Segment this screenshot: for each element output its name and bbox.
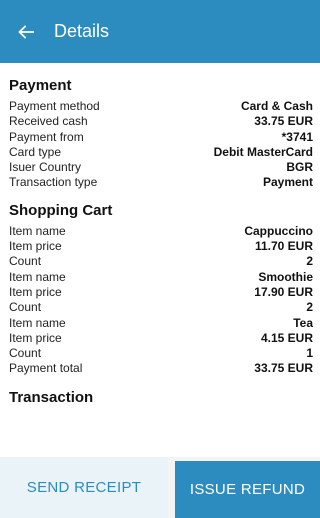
received-cash-row: Received cash 33.75 EUR bbox=[9, 114, 313, 129]
item-price-row: Item price 17.90 EUR bbox=[9, 285, 313, 300]
row-value: Payment bbox=[262, 175, 313, 190]
row-value: 2 bbox=[306, 254, 313, 269]
page-title: Details bbox=[54, 21, 110, 41]
payment-section-title: Payment bbox=[9, 77, 72, 94]
row-label: Count bbox=[9, 300, 42, 315]
row-value: 11.70 EUR bbox=[254, 239, 313, 254]
payment-total-row: Payment total 33.75 EUR bbox=[9, 361, 313, 376]
row-label: Item price bbox=[9, 239, 62, 254]
item-name-row: Item name Cappuccino bbox=[9, 224, 313, 239]
row-label: Count bbox=[9, 346, 42, 361]
action-bar: SEND RECEIPT ISSUE REFUND bbox=[0, 457, 320, 518]
row-label: Count bbox=[9, 254, 42, 269]
arrow-left-icon bbox=[18, 24, 34, 39]
item-price-row: Item price 4.15 EUR bbox=[9, 331, 313, 346]
details-content[interactable]: Payment Payment method Card & Cash Receiv… bbox=[0, 63, 320, 457]
row-value: 2 bbox=[306, 300, 313, 315]
row-value: Smoothie bbox=[258, 269, 313, 284]
row-label: Item name bbox=[9, 269, 66, 284]
row-label: Item price bbox=[9, 284, 62, 299]
issue-refund-button[interactable]: ISSUE REFUND bbox=[175, 461, 320, 518]
row-label: Payment from bbox=[9, 129, 84, 144]
row-value: Card & Cash bbox=[240, 99, 313, 113]
payment-from-row: Payment from *3741 bbox=[9, 130, 313, 145]
row-value: Debit MasterCard bbox=[213, 144, 313, 159]
row-value: BGR bbox=[286, 160, 313, 175]
payment-section: Payment Payment method Card & Cash Receiv… bbox=[9, 77, 313, 191]
transaction-section: Transaction bbox=[9, 389, 313, 406]
row-label: Isuer Country bbox=[9, 160, 82, 175]
row-label: Payment method bbox=[9, 99, 100, 113]
row-label: Item price bbox=[9, 330, 62, 345]
send-receipt-button[interactable]: SEND RECEIPT bbox=[0, 457, 168, 518]
payment-method-row: Payment method Card & Cash bbox=[9, 99, 313, 114]
item-name-row: Item name Tea bbox=[9, 316, 313, 331]
row-label: Item name bbox=[9, 223, 66, 238]
row-value: 33.75 EUR bbox=[254, 114, 313, 129]
transaction-type-row: Transaction type Payment bbox=[9, 175, 313, 190]
row-value: Cappuccino bbox=[244, 223, 313, 238]
row-value: *3741 bbox=[281, 129, 313, 144]
item-name-row: Item name Smoothie bbox=[9, 270, 313, 285]
row-label: Item name bbox=[9, 315, 66, 330]
back-button[interactable] bbox=[14, 20, 38, 44]
item-price-row: Item price 11.70 EUR bbox=[9, 239, 313, 254]
shopping-cart-section: Shopping Cart Item name Cappuccino Item p… bbox=[9, 202, 313, 377]
row-value: 4.15 EUR bbox=[260, 330, 313, 345]
row-value: 17.90 EUR bbox=[254, 284, 313, 299]
item-count-row: Count 1 bbox=[9, 346, 313, 361]
issuer-country-row: Isuer Country BGR bbox=[9, 160, 313, 175]
item-count-row: Count 2 bbox=[9, 254, 313, 269]
transaction-section-title: Transaction bbox=[9, 388, 94, 406]
row-value: Tea bbox=[293, 315, 313, 330]
row-value: 1 bbox=[306, 346, 313, 361]
item-count-row: Count 2 bbox=[9, 300, 313, 315]
row-label: Card type bbox=[9, 144, 62, 159]
row-label: Received cash bbox=[9, 114, 88, 129]
row-value: 33.75 EUR bbox=[254, 361, 313, 376]
row-label: Payment total bbox=[9, 361, 83, 376]
card-type-row: Card type Debit MasterCard bbox=[9, 145, 313, 160]
row-label: Transaction type bbox=[9, 175, 98, 190]
app-bar: Details bbox=[0, 0, 320, 63]
shopping-cart-section-title: Shopping Cart bbox=[9, 201, 113, 219]
